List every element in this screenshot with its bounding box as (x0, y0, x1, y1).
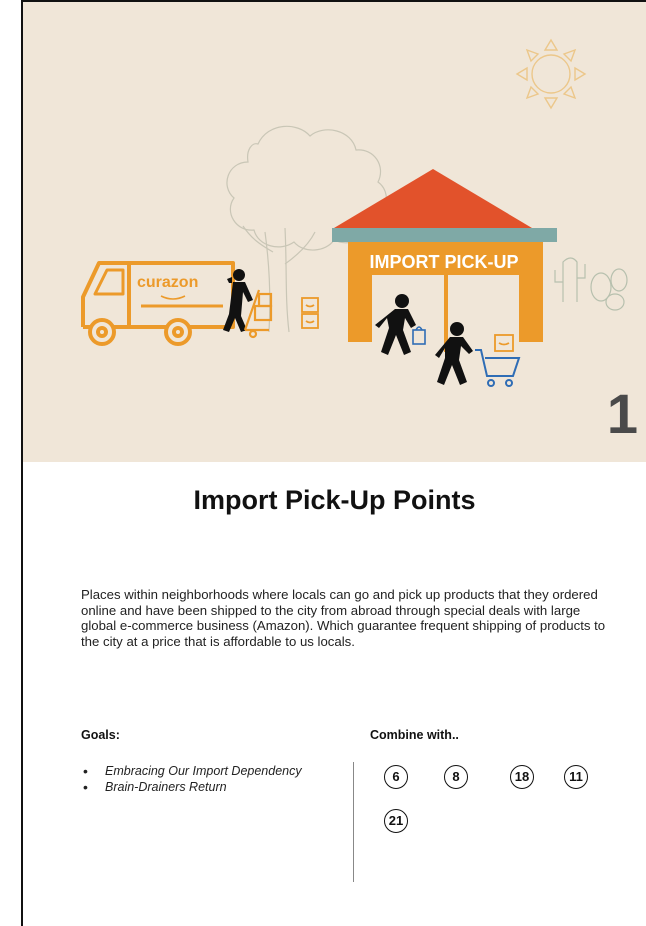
store-sign-label: IMPORT PICK-UP (369, 252, 518, 272)
column-divider (353, 762, 354, 882)
combine-item-18[interactable]: 18 (510, 765, 534, 789)
combine-item-21[interactable]: 21 (384, 809, 408, 833)
shopping-cart-icon (475, 349, 521, 387)
goals-heading: Goals: (81, 728, 120, 742)
combine-item-6[interactable]: 6 (384, 765, 408, 789)
description-text: Places within neighborhoods where locals… (81, 587, 606, 649)
truck-brand-label: curazon (137, 274, 198, 291)
combine-heading: Combine with.. (370, 728, 459, 742)
combine-item-11[interactable]: 11 (564, 765, 588, 789)
goals-list: Embracing Our Import Dependency Brain-Dr… (81, 764, 341, 795)
combine-item-8[interactable]: 8 (444, 765, 468, 789)
goal-item: Brain-Drainers Return (81, 780, 341, 796)
card-number: 1 (606, 382, 638, 445)
sun-icon (515, 38, 587, 110)
goal-item: Embracing Our Import Dependency (81, 764, 341, 780)
cactus-icon (554, 257, 628, 311)
page-title: Import Pick-Up Points (193, 485, 476, 515)
hero-illustration: curazon IMPORT PICK-UP 1 (23, 2, 646, 462)
card: curazon IMPORT PICK-UP 1 Import Pick-Up … (21, 0, 646, 926)
package-icon (301, 297, 319, 329)
